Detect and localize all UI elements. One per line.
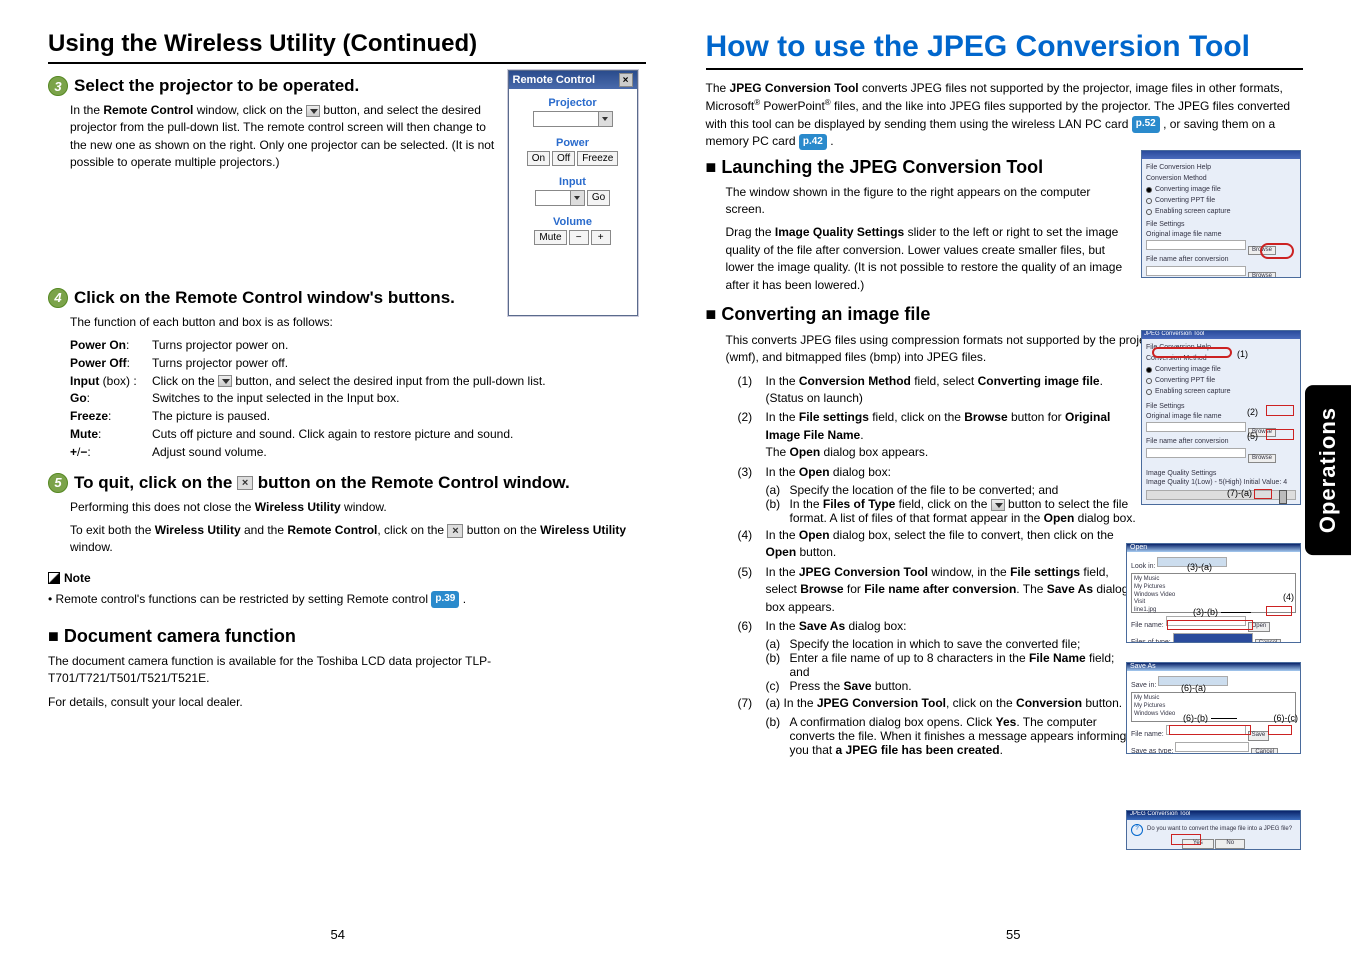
close-x-icon: × (237, 476, 253, 490)
projector-label: Projector (517, 97, 629, 109)
page-ref-39: p.39 (431, 591, 459, 608)
step4-icon: 4 (48, 288, 68, 308)
note-text: • Remote control's functions can be rest… (48, 591, 646, 608)
close-icon[interactable]: × (619, 73, 633, 87)
go-button[interactable]: Go (587, 190, 610, 206)
page-55: How to use the JPEG Conversion Tool The … (676, 0, 1351, 954)
converting-heading: Converting an image file (706, 304, 1304, 325)
thumb-jpeg-tool-1: File Conversion Help Conversion Method C… (1141, 150, 1301, 278)
step5-icon: 5 (48, 473, 68, 493)
remote-control-window: Remote Control × Projector Power On Off … (508, 70, 638, 316)
note-icon (48, 572, 60, 584)
close-x-icon: × (447, 524, 463, 538)
page-title-right: How to use the JPEG Conversion Tool (706, 30, 1304, 70)
page-ref-42: p.42 (799, 134, 827, 151)
step3-body: In the Remote Control window, click on t… (70, 102, 500, 172)
dropdown-icon (218, 375, 232, 387)
thumb-saveas-dialog: Save As Save in: My Music My Pictures Wi… (1126, 662, 1301, 754)
doc-camera-heading: Document camera function (48, 626, 646, 647)
input-label: Input (517, 176, 629, 188)
power-on-button[interactable]: On (527, 151, 550, 166)
doc-camera-l1: The document camera function is availabl… (48, 653, 646, 688)
volume-label: Volume (517, 216, 629, 228)
note-heading: Note (48, 571, 646, 585)
power-off-button[interactable]: Off (552, 151, 575, 166)
remote-titlebar: Remote Control × (509, 71, 637, 89)
page-54: Using the Wireless Utility (Continued) 3… (0, 0, 676, 954)
side-tab-operations: Operations (1305, 385, 1351, 555)
button-definitions: Power On:Turns projector power on. Power… (70, 337, 646, 461)
chevron-down-icon[interactable] (570, 191, 584, 205)
doc-camera-l2: For details, consult your local dealer. (48, 694, 646, 711)
dropdown-icon (991, 499, 1005, 511)
projector-select[interactable] (533, 111, 613, 127)
page-number-54: 54 (331, 927, 345, 942)
step4-title: Click on the Remote Control window's but… (74, 288, 455, 308)
step4-body: The function of each button and box is a… (70, 314, 646, 461)
launching-body: The window shown in the figure to the ri… (726, 184, 1126, 294)
thumb-jpeg-tool-2: JPEG Conversion Tool File Conversion Hel… (1141, 330, 1301, 505)
conversion-steps: (1)In the Conversion Method field, selec… (738, 373, 1138, 757)
power-label: Power (517, 137, 629, 149)
page-ref-52: p.52 (1132, 116, 1160, 133)
intro-paragraph: The JPEG Conversion Tool converts JPEG f… (706, 80, 1296, 151)
freeze-button[interactable]: Freeze (577, 151, 618, 166)
page-number-55: 55 (1006, 927, 1020, 942)
chevron-down-icon[interactable] (598, 112, 612, 126)
mute-button[interactable]: Mute (534, 230, 566, 245)
volume-down-button[interactable]: − (569, 230, 589, 245)
step3-icon: 3 (48, 76, 68, 96)
step3-title: Select the projector to be operated. (74, 76, 359, 96)
step5-title: To quit, click on the × button on the Re… (74, 473, 570, 493)
volume-up-button[interactable]: + (591, 230, 611, 245)
page-title-left: Using the Wireless Utility (Continued) (48, 30, 646, 64)
remote-title-text: Remote Control (513, 74, 596, 86)
input-select[interactable] (535, 190, 585, 206)
step4-intro: The function of each button and box is a… (70, 314, 646, 331)
step5-body: Performing this does not close the Wirel… (70, 499, 646, 557)
dropdown-icon (306, 105, 320, 117)
thumb-confirm-dialog: JPEG Conversion Tool ?Do you want to con… (1126, 810, 1301, 850)
step5-heading: 5 To quit, click on the × button on the … (48, 473, 646, 493)
thumb-open-dialog: Open Look in: My Music My Pictures Windo… (1126, 543, 1301, 643)
